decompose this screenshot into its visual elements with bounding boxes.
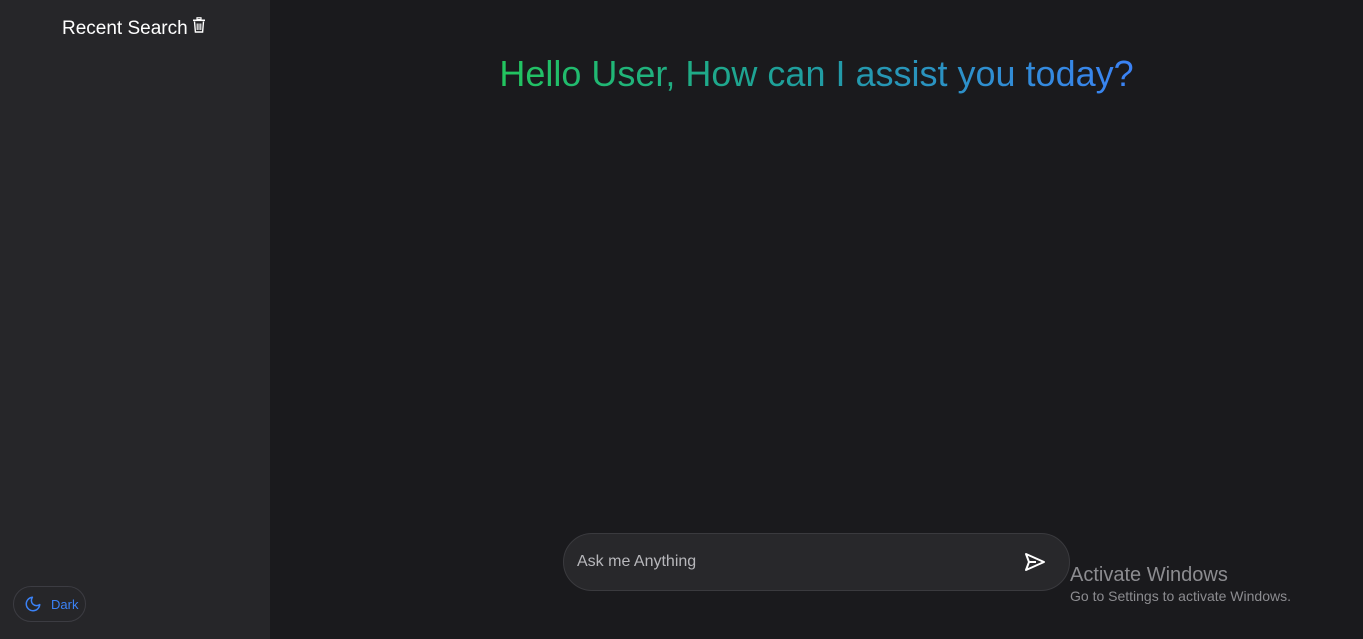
watermark-title: Activate Windows [1070, 564, 1228, 586]
watermark-subtitle: Go to Settings to activate Windows. [1070, 588, 1291, 604]
recent-search-title: Recent Search [62, 18, 188, 39]
sidebar: Recent Search Dark [0, 0, 270, 639]
chat-input[interactable] [564, 533, 1023, 591]
moon-icon [24, 595, 42, 613]
greeting-text: Hello User, How can I assist you today? [499, 53, 1134, 94]
send-button[interactable] [1023, 550, 1047, 574]
activate-windows-watermark: Activate Windows Go to Settings to activ… [1070, 563, 1291, 605]
app-window: Recent Search Dark Hello User, How can I… [0, 0, 1363, 639]
theme-toggle-button[interactable]: Dark [13, 586, 86, 622]
chat-main-area: Hello User, How can I assist you today? [270, 0, 1363, 639]
theme-toggle-label: Dark [51, 596, 79, 612]
recent-search-header: Recent Search [62, 17, 206, 40]
chat-input-container [563, 533, 1070, 591]
greeting-heading: Hello User, How can I assist you today? [270, 52, 1363, 96]
trash-icon[interactable] [192, 17, 206, 33]
send-icon [1025, 553, 1045, 571]
